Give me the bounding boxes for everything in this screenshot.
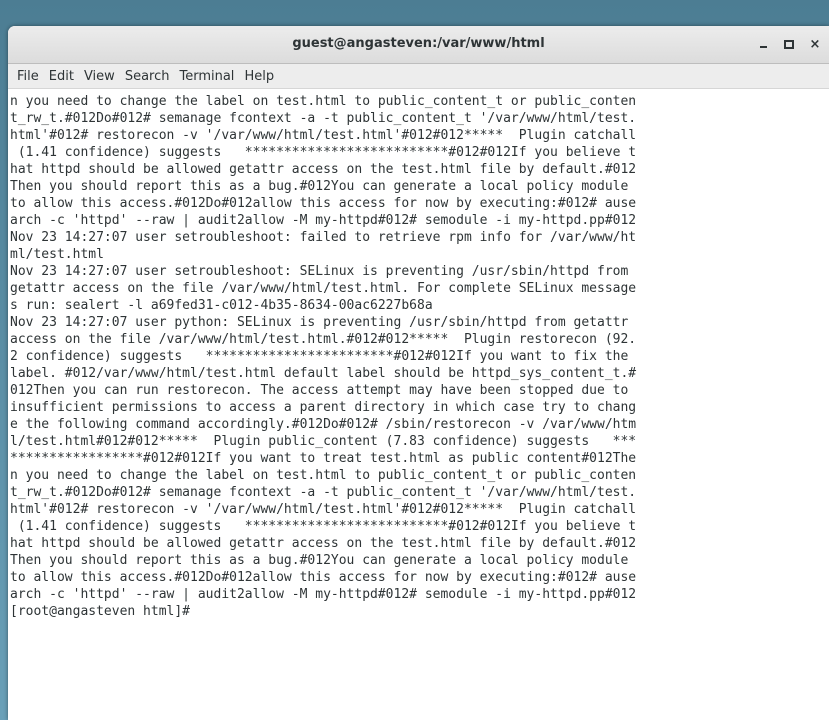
terminal-line: 012Then you can run restorecon. The acce… bbox=[10, 383, 629, 398]
terminal-line: Nov 23 14:27:07 user setroubleshoot: fai… bbox=[10, 230, 637, 245]
terminal-line: to allow this access.#012Do#012allow thi… bbox=[10, 196, 637, 211]
terminal-line: *****************#012#012If you want to … bbox=[10, 451, 637, 466]
terminal-line: getattr access on the file /var/www/html… bbox=[10, 281, 637, 296]
terminal-line: arch -c 'httpd' --raw | audit2allow -M m… bbox=[10, 587, 637, 602]
terminal-line: arch -c 'httpd' --raw | audit2allow -M m… bbox=[10, 213, 637, 228]
terminal-line: s run: sealert -l a69fed31-c012-4b35-863… bbox=[10, 298, 433, 313]
menu-edit[interactable]: Edit bbox=[44, 69, 79, 84]
title-bar[interactable]: guest@angasteven:/var/www/html × bbox=[8, 26, 829, 64]
terminal-window[interactable]: guest@angasteven:/var/www/html × File Ed… bbox=[8, 26, 829, 720]
terminal-line: label. #012/var/www/html/test.html defau… bbox=[10, 366, 637, 381]
terminal-line: to allow this access.#012Do#012allow thi… bbox=[10, 570, 637, 585]
terminal-line: l/test.html#012#012***** Plugin public_c… bbox=[10, 434, 637, 449]
terminal-line: insufficient permissions to access a par… bbox=[10, 400, 637, 415]
terminal-line: html'#012# restorecon -v '/var/www/html/… bbox=[10, 502, 637, 517]
close-button[interactable]: × bbox=[804, 34, 826, 54]
terminal-line: (1.41 confidence) suggests *************… bbox=[10, 145, 637, 160]
terminal-line: Then you should report this as a bug.#01… bbox=[10, 553, 629, 568]
terminal-line: ml/test.html bbox=[10, 247, 104, 262]
close-icon: × bbox=[809, 36, 821, 52]
terminal-line: e the following command accordingly.#012… bbox=[10, 417, 637, 432]
terminal-line: (1.41 confidence) suggests *************… bbox=[10, 519, 637, 534]
menu-file[interactable]: File bbox=[12, 69, 44, 84]
terminal-line: Nov 23 14:27:07 user setroubleshoot: SEL… bbox=[10, 264, 629, 279]
terminal-line: html'#012# restorecon -v '/var/www/html/… bbox=[10, 128, 637, 143]
terminal-line: Nov 23 14:27:07 user python: SELinux is … bbox=[10, 315, 629, 330]
menu-search[interactable]: Search bbox=[120, 69, 175, 84]
terminal-line: n you need to change the label on test.h… bbox=[10, 468, 637, 483]
minimize-icon bbox=[759, 46, 767, 48]
menu-terminal[interactable]: Terminal bbox=[174, 69, 239, 84]
minimize-button[interactable] bbox=[752, 34, 774, 54]
terminal-line: Then you should report this as a bug.#01… bbox=[10, 179, 629, 194]
terminal-line: t_rw_t.#012Do#012# semanage fcontext -a … bbox=[10, 485, 637, 500]
terminal-line: hat httpd should be allowed getattr acce… bbox=[10, 162, 637, 177]
menu-view[interactable]: View bbox=[79, 69, 120, 84]
terminal-output[interactable]: n you need to change the label on test.h… bbox=[8, 89, 829, 720]
terminal-line: t_rw_t.#012Do#012# semanage fcontext -a … bbox=[10, 111, 637, 126]
terminal-line: 2 confidence) suggests *****************… bbox=[10, 349, 629, 364]
maximize-button[interactable] bbox=[778, 34, 800, 54]
menu-bar: File Edit View Search Terminal Help bbox=[8, 64, 829, 89]
window-title: guest@angasteven:/var/www/html bbox=[292, 36, 545, 51]
maximize-icon bbox=[784, 39, 794, 49]
shell-prompt: [root@angasteven html]# bbox=[10, 604, 198, 619]
terminal-line: access on the file /var/www/html/test.ht… bbox=[10, 332, 637, 347]
terminal-line: n you need to change the label on test.h… bbox=[10, 94, 637, 109]
terminal-line: hat httpd should be allowed getattr acce… bbox=[10, 536, 637, 551]
menu-help[interactable]: Help bbox=[239, 69, 279, 84]
